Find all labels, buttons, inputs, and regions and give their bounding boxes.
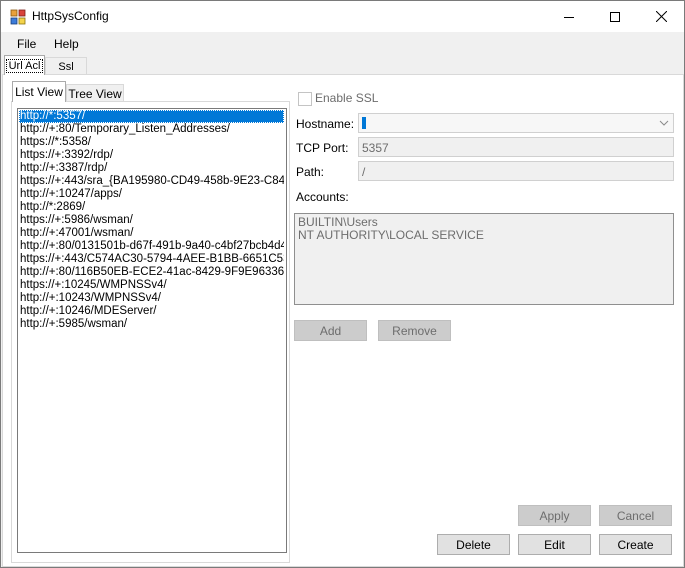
remove-button[interactable]: Remove <box>378 320 451 341</box>
edit-button[interactable]: Edit <box>518 534 591 555</box>
tab-list-view[interactable]: List View <box>12 81 66 102</box>
tab-url-acl[interactable]: Url Acl <box>4 55 45 75</box>
list-item[interactable]: https://+:10245/WMPNSSv4/ <box>19 279 284 292</box>
minimize-icon <box>564 16 574 18</box>
maximize-icon <box>610 11 620 22</box>
list-item[interactable]: https://+:443/sra_{BA195980-CD49-458b-9E… <box>19 175 284 188</box>
list-item[interactable]: http://+:10243/WMPNSSv4/ <box>19 292 284 305</box>
list-item[interactable]: https://+:443/C574AC30-5794-4AEE-B1BB-66… <box>19 253 284 266</box>
list-item[interactable]: https://+:5986/wsman/ <box>19 214 284 227</box>
menu-help[interactable]: Help <box>54 37 79 51</box>
account-item[interactable]: NT AUTHORITY\LOCAL SERVICE <box>298 229 670 242</box>
close-button[interactable] <box>638 1 684 32</box>
chevron-down-icon <box>659 120 669 126</box>
apply-button[interactable]: Apply <box>518 505 591 526</box>
cancel-button[interactable]: Cancel <box>599 505 672 526</box>
enable-ssl-checkbox[interactable] <box>298 92 312 106</box>
list-item[interactable]: https://*:5358/ <box>19 136 284 149</box>
maximize-button[interactable] <box>592 1 638 32</box>
window-title: HttpSysConfig <box>32 9 109 23</box>
close-icon <box>655 11 667 22</box>
list-item[interactable]: http://+:5985/wsman/ <box>19 318 284 331</box>
hostname-label: Hostname: <box>296 117 355 131</box>
menu-file[interactable]: File <box>17 37 36 51</box>
list-item[interactable]: http://+:80/0131501b-d67f-491b-9a40-c4bf… <box>19 240 284 253</box>
add-button[interactable]: Add <box>294 320 367 341</box>
title-bar[interactable]: HttpSysConfig <box>1 1 684 32</box>
minimize-button[interactable] <box>546 1 592 32</box>
path-field[interactable]: / <box>358 161 674 181</box>
path-label: Path: <box>296 165 325 179</box>
delete-button[interactable]: Delete <box>437 534 510 555</box>
list-item[interactable]: http://+:80/Temporary_Listen_Addresses/ <box>19 123 284 136</box>
list-item[interactable]: http://*:5357/ <box>19 110 284 123</box>
tcp-port-label: TCP Port: <box>296 141 349 155</box>
list-item[interactable]: https://+:3392/rdp/ <box>19 149 284 162</box>
list-item[interactable]: http://+:3387/rdp/ <box>19 162 284 175</box>
accounts-label: Accounts: <box>296 190 349 204</box>
app-window-icon <box>10 9 26 25</box>
menu-bar: File Help <box>1 32 684 55</box>
hostname-combobox[interactable] <box>358 113 674 133</box>
app-window: HttpSysConfig File Help Url Acl Ssl List… <box>0 0 685 568</box>
enable-ssl-label: Enable SSL <box>315 91 379 105</box>
tab-tree-view-label: Tree View <box>68 87 122 101</box>
url-acl-page: List View Tree View http://*:5357/http:/… <box>2 74 684 567</box>
tab-url-acl-label: Url Acl <box>5 58 44 73</box>
list-item[interactable]: http://+:10247/apps/ <box>19 188 284 201</box>
tcp-port-field[interactable]: 5357 <box>358 137 674 157</box>
tab-ssl[interactable]: Ssl <box>45 57 87 75</box>
hostname-selection <box>362 117 366 129</box>
tab-ssl-label: Ssl <box>58 60 74 73</box>
list-item[interactable]: http://+:80/116B50EB-ECE2-41ac-8429-9F9E… <box>19 266 284 279</box>
list-item[interactable]: http://+:10246/MDEServer/ <box>19 305 284 318</box>
tab-list-view-label: List View <box>15 85 63 99</box>
list-item[interactable]: http://*:2869/ <box>19 201 284 214</box>
url-listbox[interactable]: http://*:5357/http://+:80/Temporary_List… <box>17 108 287 553</box>
list-view-page: http://*:5357/http://+:80/Temporary_List… <box>11 101 290 563</box>
outer-tab-strip: Url Acl Ssl <box>1 55 684 75</box>
accounts-listbox[interactable]: BUILTIN\Users NT AUTHORITY\LOCAL SERVICE <box>294 213 674 305</box>
list-item[interactable]: http://+:47001/wsman/ <box>19 227 284 240</box>
create-button[interactable]: Create <box>599 534 672 555</box>
